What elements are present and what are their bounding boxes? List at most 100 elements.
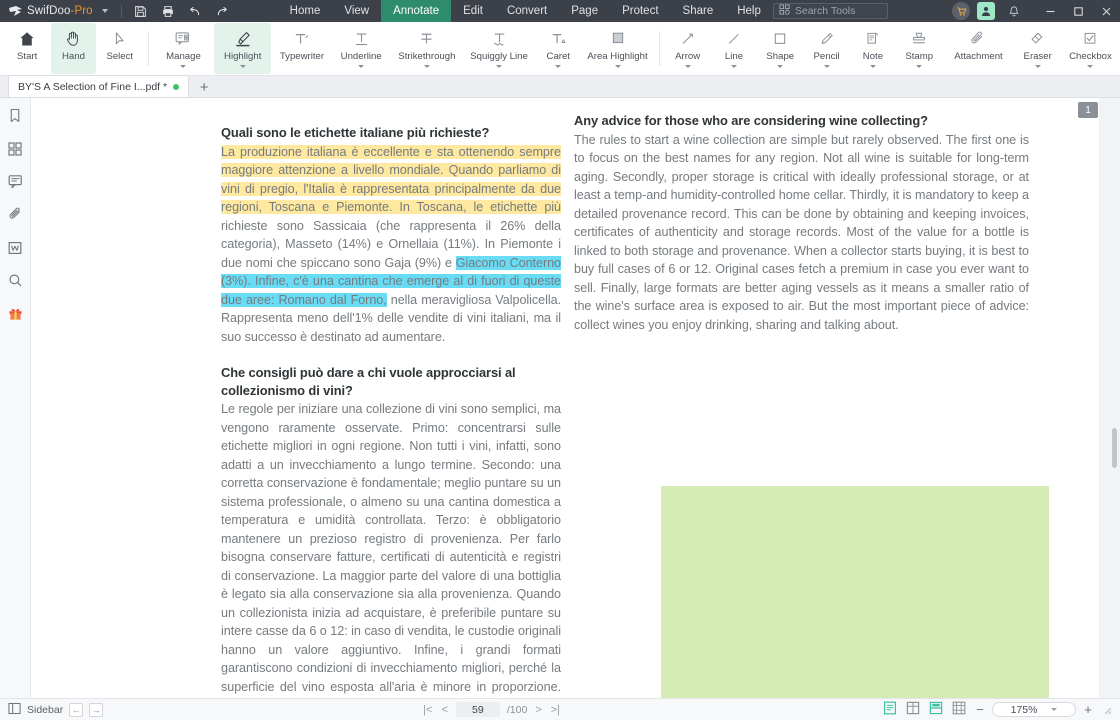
tool-squiggly-dropdown-icon[interactable] xyxy=(496,65,503,68)
tool-eraser-dropdown-icon[interactable] xyxy=(1034,65,1041,68)
pdf-viewer[interactable]: 1 Quali sono le etichette italiane più r… xyxy=(31,98,1120,698)
print-button[interactable] xyxy=(156,1,180,21)
tool-shape[interactable]: Shape xyxy=(758,23,802,74)
tool-start[interactable]: Start xyxy=(5,23,49,74)
tool-line[interactable]: Line xyxy=(712,23,756,74)
tool-stamp[interactable]: Stamp xyxy=(897,23,941,74)
tool-caret[interactable]: Caret xyxy=(536,23,580,74)
menu-view[interactable]: View xyxy=(332,0,381,22)
thumbnails-icon xyxy=(8,141,22,161)
tool-line-dropdown-icon[interactable] xyxy=(730,65,737,68)
minimize-button[interactable] xyxy=(1036,0,1064,22)
tool-pencil-dropdown-icon[interactable] xyxy=(823,65,830,68)
chevron-down-icon[interactable] xyxy=(1051,708,1058,711)
tool-arrow-dropdown-icon[interactable] xyxy=(684,65,691,68)
tool-highlight-dropdown-icon[interactable] xyxy=(239,65,246,68)
manage-comments-icon xyxy=(174,28,193,49)
tool-stamp-dropdown-icon[interactable] xyxy=(916,65,923,68)
next-page-button[interactable]: > xyxy=(534,704,542,716)
tool-eraser-label: Eraser xyxy=(1023,51,1052,62)
vertical-scrollbar-thumb[interactable] xyxy=(1112,428,1117,468)
menu-help[interactable]: Help xyxy=(725,0,773,22)
rail-gift-button[interactable] xyxy=(3,304,27,328)
tool-manage[interactable]: Manage xyxy=(155,23,212,74)
single-page-view-icon xyxy=(883,701,897,718)
search-tools-box[interactable]: Search Tools xyxy=(772,3,888,19)
brand-dropdown-icon[interactable] xyxy=(101,9,108,13)
menu-annotate[interactable]: Annotate xyxy=(381,0,452,22)
document-tab[interactable]: BY'S A Selection of Fine I...pdf * xyxy=(8,75,190,97)
close-button[interactable] xyxy=(1092,0,1120,22)
tool-strikethrough-dropdown-icon[interactable] xyxy=(423,65,430,68)
sidebar-toggle-button[interactable]: Sidebar xyxy=(8,702,63,718)
tool-manage-label: Manage xyxy=(166,51,201,62)
tool-squiggly-line[interactable]: Squiggly Line xyxy=(464,23,534,74)
zoom-out-button[interactable]: − xyxy=(972,702,988,718)
two-page-view-button[interactable] xyxy=(903,701,922,718)
tool-arrow[interactable]: Arrow xyxy=(666,23,710,74)
last-page-button[interactable]: >| xyxy=(550,704,561,716)
tool-shape-dropdown-icon[interactable] xyxy=(777,65,784,68)
rail-bookmark-button[interactable] xyxy=(3,106,27,130)
tool-area-highlight[interactable]: Area Highlight xyxy=(582,23,652,74)
left-paragraph-1: La produzione italiana è eccellente e st… xyxy=(221,143,561,347)
tool-manage-dropdown-icon[interactable] xyxy=(180,65,187,68)
rail-comments-button[interactable] xyxy=(3,172,27,196)
document-tab-strip: BY'S A Selection of Fine I...pdf * + xyxy=(0,75,1120,98)
app-logo-area[interactable]: SwifDoo-Pro xyxy=(0,5,114,17)
menu-page[interactable]: Page xyxy=(559,0,610,22)
resize-grip-icon[interactable] xyxy=(1102,705,1112,715)
previous-page-button[interactable]: < xyxy=(440,704,448,716)
zoom-in-button[interactable]: + xyxy=(1080,702,1096,718)
tool-underline-dropdown-icon[interactable] xyxy=(358,65,365,68)
rail-attachments-button[interactable] xyxy=(3,205,27,229)
account-avatar-icon[interactable] xyxy=(977,2,995,20)
first-page-button[interactable]: |< xyxy=(422,704,433,716)
tool-note-dropdown-icon[interactable] xyxy=(869,65,876,68)
tool-select[interactable]: Select xyxy=(98,23,142,74)
tool-arrow-label: Arrow xyxy=(675,51,701,62)
nav-back-button[interactable]: ← xyxy=(69,702,84,717)
zoom-level-select[interactable]: 175% xyxy=(992,702,1076,717)
rail-thumbnails-button[interactable] xyxy=(3,139,27,163)
save-button[interactable] xyxy=(129,1,153,21)
arrow-icon xyxy=(679,28,697,49)
menu-edit[interactable]: Edit xyxy=(451,0,495,22)
continuous-scroll-view-button[interactable] xyxy=(926,701,945,718)
page-number-input[interactable] xyxy=(455,702,500,717)
menu-protect[interactable]: Protect xyxy=(610,0,670,22)
tool-underline[interactable]: Underline xyxy=(333,23,390,74)
rail-watermark-button[interactable] xyxy=(3,238,27,262)
nav-forward-button[interactable]: → xyxy=(89,702,104,717)
status-left-group: Sidebar ← → xyxy=(0,702,104,718)
rail-search-button[interactable] xyxy=(3,271,27,295)
tool-caret-dropdown-icon[interactable] xyxy=(555,65,562,68)
undo-button[interactable] xyxy=(183,1,207,21)
tool-typewriter[interactable]: Typewriter xyxy=(273,23,330,74)
new-tab-button[interactable]: + xyxy=(193,77,215,97)
tool-eraser[interactable]: Eraser xyxy=(1016,23,1060,74)
maximize-button[interactable] xyxy=(1064,0,1092,22)
tool-note[interactable]: Note xyxy=(851,23,895,74)
grid-view-button[interactable] xyxy=(949,701,968,718)
tool-highlight[interactable]: Highlight xyxy=(214,23,272,74)
vertical-scrollbar[interactable] xyxy=(1109,98,1118,698)
continuous-scroll-view-icon xyxy=(929,701,943,718)
attachment-icon xyxy=(8,207,23,227)
tool-hand[interactable]: Hand xyxy=(51,23,96,74)
menu-convert[interactable]: Convert xyxy=(495,0,559,22)
notification-bell-icon[interactable] xyxy=(1002,1,1026,21)
tool-strikethrough[interactable]: Strikethrough xyxy=(392,23,462,74)
tool-checkbox[interactable]: Checkbox xyxy=(1062,23,1119,74)
area-highlight-annotation[interactable] xyxy=(661,486,1049,698)
menu-share[interactable]: Share xyxy=(671,0,726,22)
tool-area-highlight-dropdown-icon[interactable] xyxy=(614,65,621,68)
tool-checkbox-dropdown-icon[interactable] xyxy=(1087,65,1094,68)
menu-home[interactable]: Home xyxy=(278,0,333,22)
bookmark-icon xyxy=(8,108,22,128)
tool-attachment[interactable]: Attachment xyxy=(943,23,1013,74)
cart-icon[interactable] xyxy=(952,2,970,20)
redo-button[interactable] xyxy=(210,1,234,21)
tool-pencil[interactable]: Pencil xyxy=(804,23,848,74)
single-page-view-button[interactable] xyxy=(880,701,899,718)
